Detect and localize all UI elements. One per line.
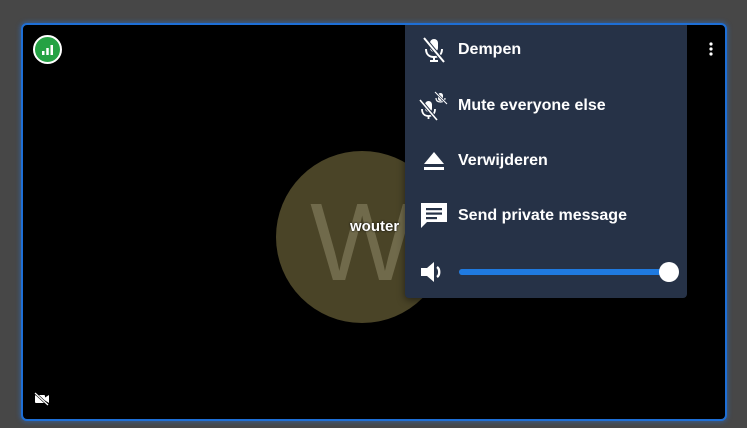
menu-item-label: Mute everyone else [458, 97, 606, 114]
menu-item-kick[interactable]: Verwijderen [405, 136, 687, 186]
participant-name: wouter [350, 218, 400, 235]
camera-off-icon [34, 392, 49, 406]
mute-others-icon [417, 89, 451, 123]
participant-video-tile[interactable]: W wouter Dempen Mute everyone else Verwi… [21, 23, 727, 421]
signal-bars-icon [42, 44, 53, 55]
menu-item-mute-everyone-else[interactable]: Mute everyone else [405, 81, 687, 131]
menu-item-mute[interactable]: Dempen [405, 25, 687, 75]
eject-icon [417, 144, 451, 178]
more-options-button[interactable] [697, 37, 725, 61]
more-vertical-icon [709, 42, 713, 56]
participant-context-menu: Dempen Mute everyone else Verwijderen Se… [405, 25, 687, 298]
camera-off-indicator [34, 392, 50, 411]
volume-slider-fill [459, 269, 669, 275]
message-icon [417, 199, 451, 233]
volume-control [405, 249, 687, 294]
menu-item-label: Dempen [458, 41, 522, 58]
volume-icon [419, 259, 447, 290]
menu-item-private-message[interactable]: Send private message [405, 191, 687, 241]
volume-slider[interactable] [459, 262, 679, 282]
menu-item-label: Send private message [458, 207, 627, 224]
menu-item-label: Verwijderen [458, 152, 548, 169]
connection-indicator[interactable] [33, 35, 62, 64]
mic-off-icon [417, 33, 451, 67]
volume-slider-thumb[interactable] [659, 262, 679, 282]
